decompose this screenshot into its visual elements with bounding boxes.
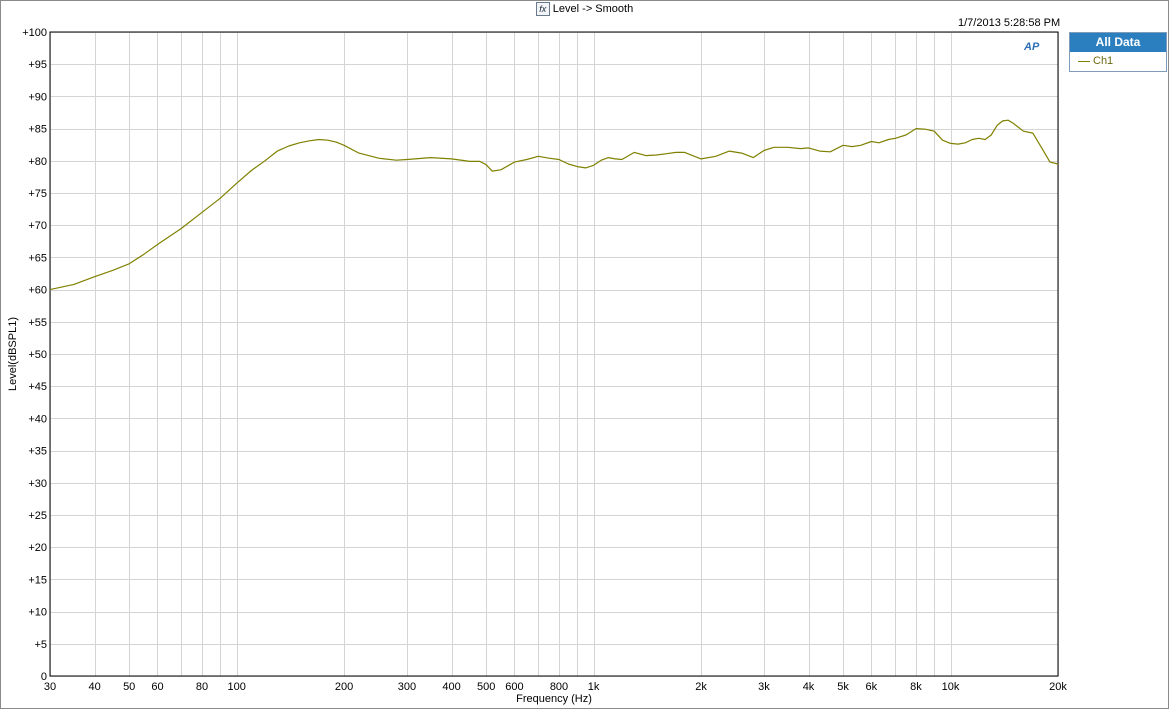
y-tick-label: +60 (28, 285, 47, 297)
y-tick-label: +5 (34, 639, 47, 651)
chart-canvas: 30 40 50 60 80 100 200 300 400 500 600 800 1k 2k 3k 4k 5… (7, 27, 1067, 705)
y-tick-label: +15 (28, 574, 47, 586)
legend-swatch (1078, 60, 1090, 62)
x-tick-label: 10k (942, 681, 960, 693)
y-tick-label: +80 (28, 156, 47, 168)
x-tick-label: 8k (910, 681, 922, 693)
y-tick-labels: 0 +5 +10 +15 +20 +25 +30 +35 +40 +45 +50 +55 +60 +65 +… (22, 27, 47, 683)
y-tick-label: +55 (28, 317, 47, 329)
y-tick-label: +45 (28, 381, 47, 393)
legend-header[interactable]: All Data (1070, 33, 1166, 52)
y-tick-label: +20 (28, 542, 47, 554)
x-tick-label: 20k (1049, 681, 1067, 693)
y-tick-label: +30 (28, 478, 47, 490)
x-tick-label: 100 (227, 681, 245, 693)
y-tick-label: +95 (28, 59, 47, 71)
x-tick-label: 300 (398, 681, 416, 693)
chart-title-bar: fx Level -> Smooth (1, 2, 1168, 18)
y-axis-label: Level(dBSPL1) (7, 317, 19, 391)
y-tick-label: +100 (22, 27, 47, 39)
y-tick-label: +40 (28, 413, 47, 425)
y-grid (50, 32, 1058, 677)
y-tick-label: +65 (28, 252, 47, 264)
x-tick-label: 60 (151, 681, 163, 693)
x-tick-label: 40 (88, 681, 100, 693)
x-tick-label: 3k (758, 681, 770, 693)
y-tick-label: +35 (28, 446, 47, 458)
y-tick-label: +50 (28, 349, 47, 361)
y-tick-label: +75 (28, 188, 47, 200)
legend-panel: All Data Ch1 (1069, 32, 1167, 72)
x-tick-label: 4k (803, 681, 815, 693)
y-tick-label: +85 (28, 124, 47, 136)
y-tick-label: +70 (28, 220, 47, 232)
x-tick-label: 500 (477, 681, 495, 693)
x-tick-label: 1k (588, 681, 600, 693)
y-tick-label: +10 (28, 607, 47, 619)
fx-icon[interactable]: fx (535, 2, 550, 17)
y-tick-label: 0 (41, 671, 47, 683)
x-tick-label: 800 (550, 681, 568, 693)
x-tick-label: 400 (442, 681, 460, 693)
timestamp: 1/7/2013 5:28:58 PM (958, 17, 1061, 29)
x-axis-label: Frequency (Hz) (516, 693, 592, 705)
x-tick-label: 80 (196, 681, 208, 693)
chart-title[interactable]: Level -> Smooth (553, 3, 633, 15)
chart-window: 30 40 50 60 80 100 200 300 400 500 600 800 1k 2k 3k 4k 5… (0, 0, 1169, 709)
legend-item-label: Ch1 (1093, 55, 1114, 67)
ap-logo-icon: AP (1024, 41, 1040, 53)
x-tick-label: 200 (335, 681, 353, 693)
x-tick-labels: 30 40 50 60 80 100 200 300 400 500 600 800 1k 2k 3k 4k 5… (44, 681, 1067, 693)
x-tick-label: 2k (695, 681, 707, 693)
x-tick-label: 600 (505, 681, 523, 693)
y-tick-label: +25 (28, 510, 47, 522)
legend-item-ch1[interactable]: Ch1 (1070, 52, 1166, 70)
y-tick-label: +90 (28, 91, 47, 103)
x-tick-label: 50 (123, 681, 135, 693)
x-tick-label: 5k (837, 681, 849, 693)
x-tick-label: 6k (866, 681, 878, 693)
